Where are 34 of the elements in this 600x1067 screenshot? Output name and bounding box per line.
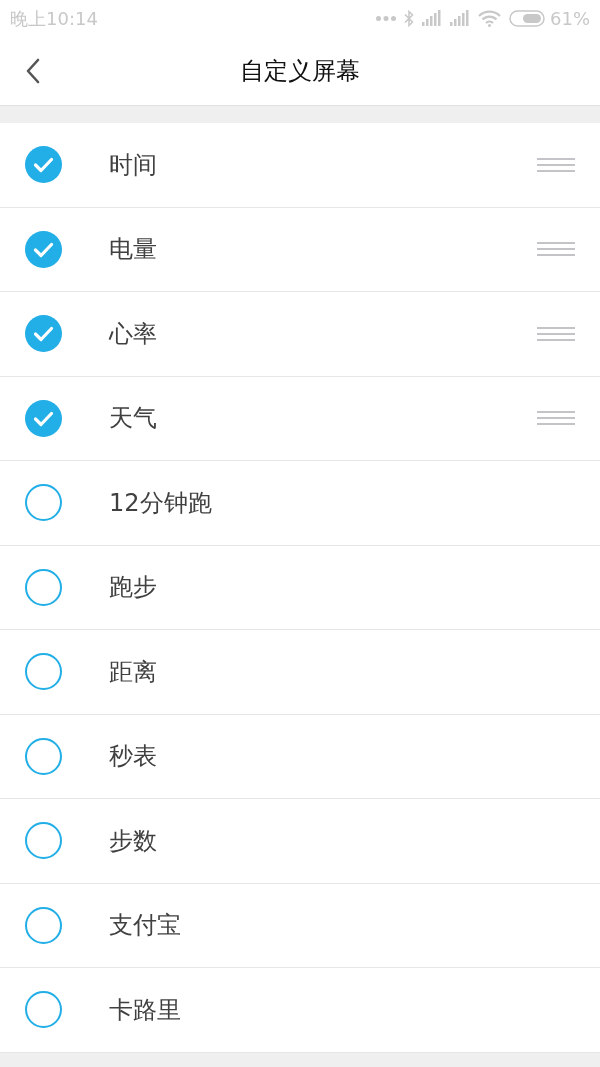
checked-circle-icon[interactable] (25, 230, 62, 268)
empty-circle-icon[interactable] (25, 906, 62, 944)
item-label: 电量 (109, 234, 158, 266)
empty-circle-icon[interactable] (25, 822, 62, 860)
item-label: 步数 (109, 825, 158, 857)
battery-icon (509, 9, 545, 27)
empty-circle-icon[interactable] (25, 737, 62, 775)
item-label: 时间 (109, 149, 158, 181)
empty-circle-icon[interactable] (25, 653, 62, 691)
back-chevron-icon (26, 58, 40, 84)
item-label: 卡路里 (109, 994, 182, 1026)
item-label: 支付宝 (109, 910, 182, 942)
empty-circle-icon[interactable] (25, 484, 62, 522)
item-label: 距离 (109, 656, 158, 688)
signal-icon (422, 10, 442, 26)
item-label: 秒表 (109, 741, 158, 773)
bluetooth-icon (404, 9, 414, 27)
item-label: 12分钟跑 (109, 487, 213, 519)
empty-circle-icon[interactable] (25, 991, 62, 1029)
checked-circle-icon[interactable] (25, 146, 62, 184)
page-title: 自定义屏幕 (240, 55, 360, 87)
drag-handle-icon[interactable] (537, 242, 575, 257)
more-dots-icon (376, 15, 396, 21)
drag-handle-icon[interactable] (537, 157, 575, 172)
signal-icon (450, 10, 470, 26)
empty-circle-icon[interactable] (25, 568, 62, 606)
drag-handle-icon[interactable] (537, 326, 575, 341)
drag-handle-icon[interactable] (537, 411, 575, 426)
item-label: 天气 (109, 403, 158, 435)
item-label: 跑步 (109, 572, 158, 604)
wifi-icon (478, 9, 501, 27)
item-label: 心率 (109, 318, 158, 350)
checked-circle-icon[interactable] (25, 315, 62, 353)
checked-circle-icon[interactable] (25, 399, 62, 437)
